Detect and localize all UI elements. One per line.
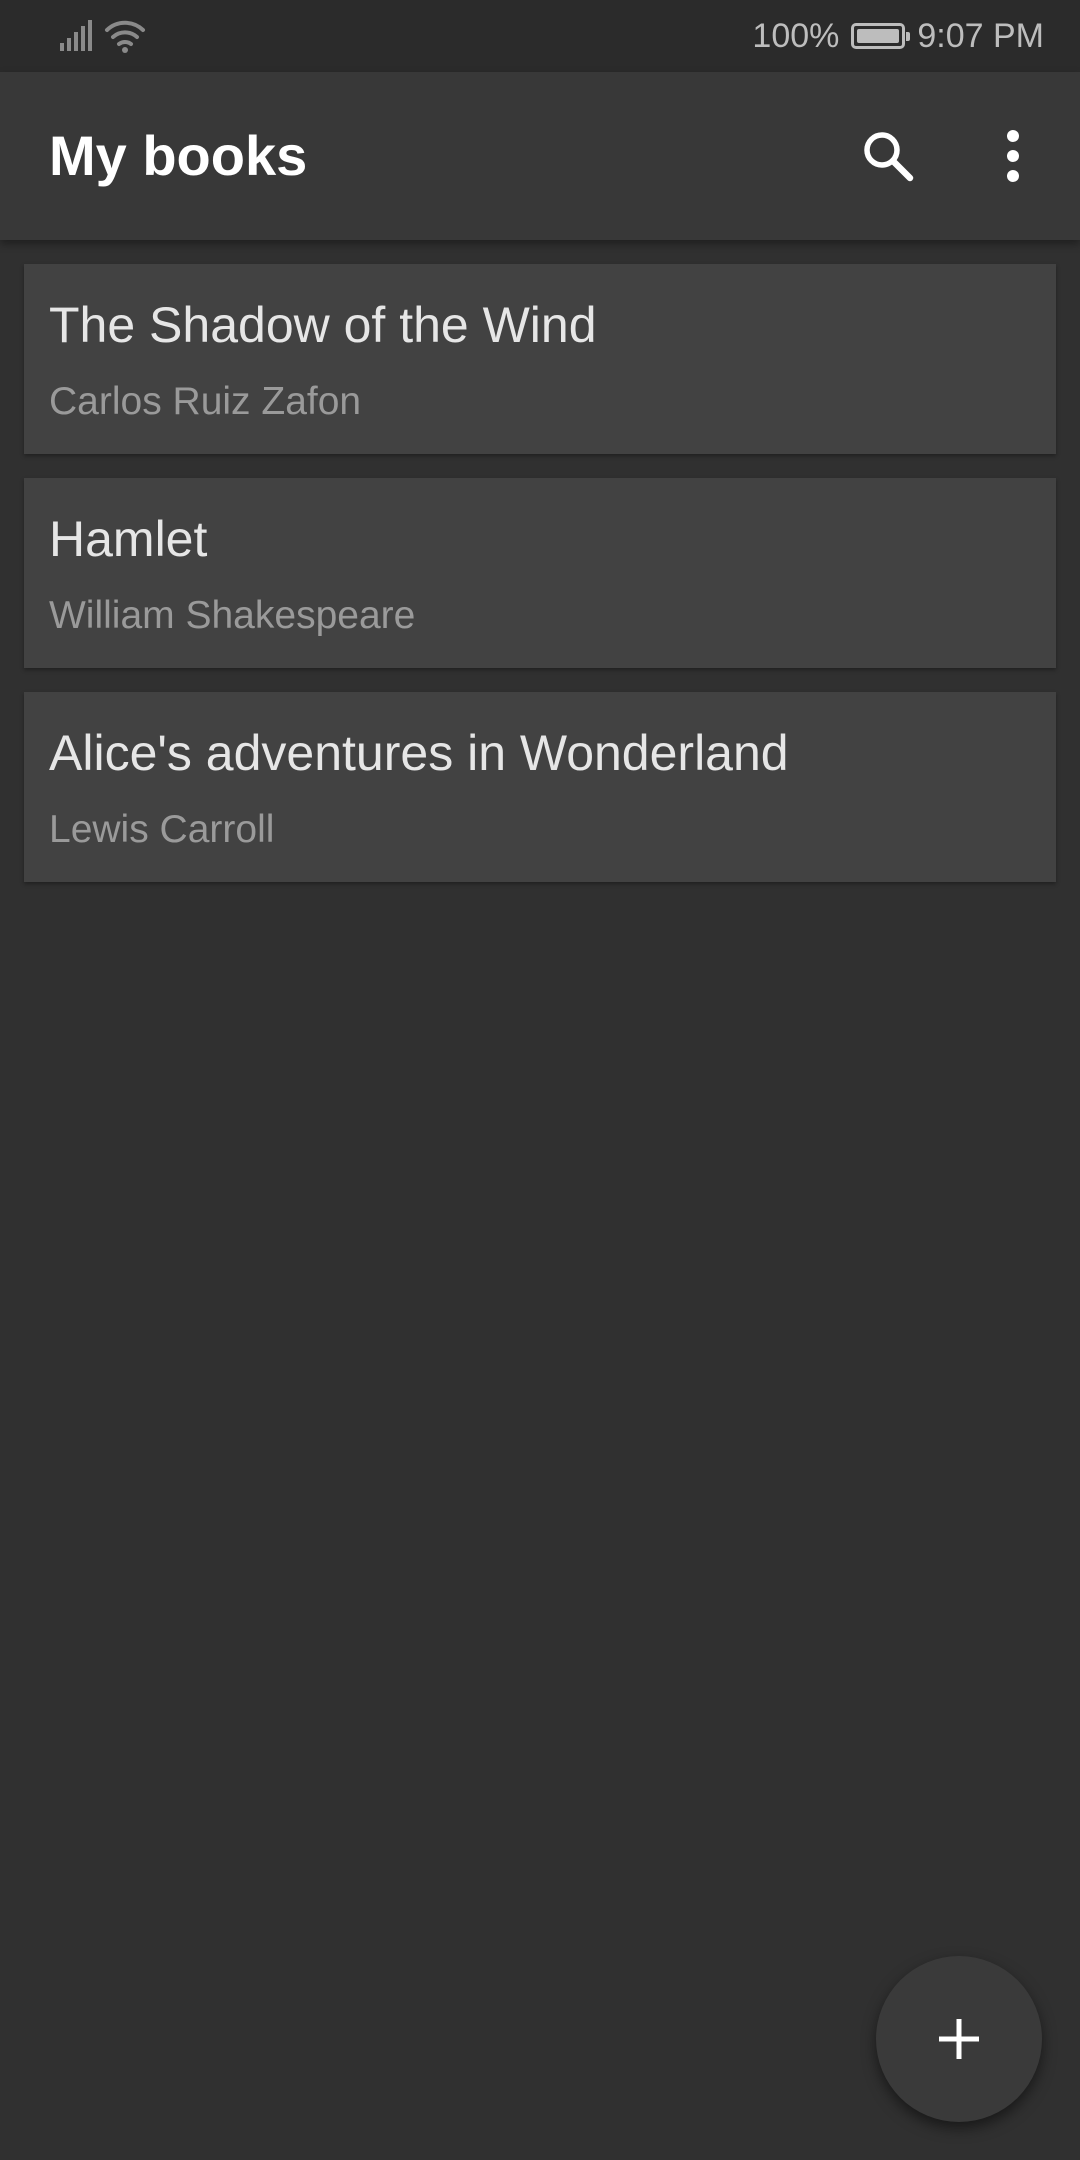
book-card[interactable]: Hamlet William Shakespeare [24,478,1056,668]
status-icons-left [58,16,146,56]
battery-percentage: 100% [752,16,840,55]
search-icon [864,132,914,182]
book-title: Alice's adventures in Wonderland [49,725,789,781]
add-book-button[interactable] [876,1956,1042,2122]
cellular-signal-icon [60,20,92,51]
battery-fill [857,29,900,43]
status-time: 9:07 PM [917,16,1044,55]
app-bar: My books [0,72,1080,240]
book-author: Lewis Carroll [49,808,275,851]
battery-icon [851,23,911,49]
overflow-menu-button[interactable] [971,114,1055,198]
book-title: The Shadow of the Wind [49,297,597,353]
book-card[interactable]: Alice's adventures in Wonderland Lewis C… [24,692,1056,882]
search-button[interactable] [846,114,930,198]
book-author: William Shakespeare [49,594,416,637]
add-icon [939,2019,979,2059]
screen: 100% 9:07 PM My books The Shadow of the … [0,0,1080,2160]
book-list: The Shadow of the Wind Carlos Ruiz Zafon… [24,264,1056,906]
status-icons-right: 100% 9:07 PM [752,0,1044,72]
book-card[interactable]: The Shadow of the Wind Carlos Ruiz Zafon [24,264,1056,454]
page-title: My books [49,124,308,187]
wifi-icon [105,20,145,53]
status-bar: 100% 9:07 PM [0,0,1080,72]
more-vert-icon [1007,130,1019,182]
book-author: Carlos Ruiz Zafon [49,380,362,423]
book-title: Hamlet [49,511,208,567]
